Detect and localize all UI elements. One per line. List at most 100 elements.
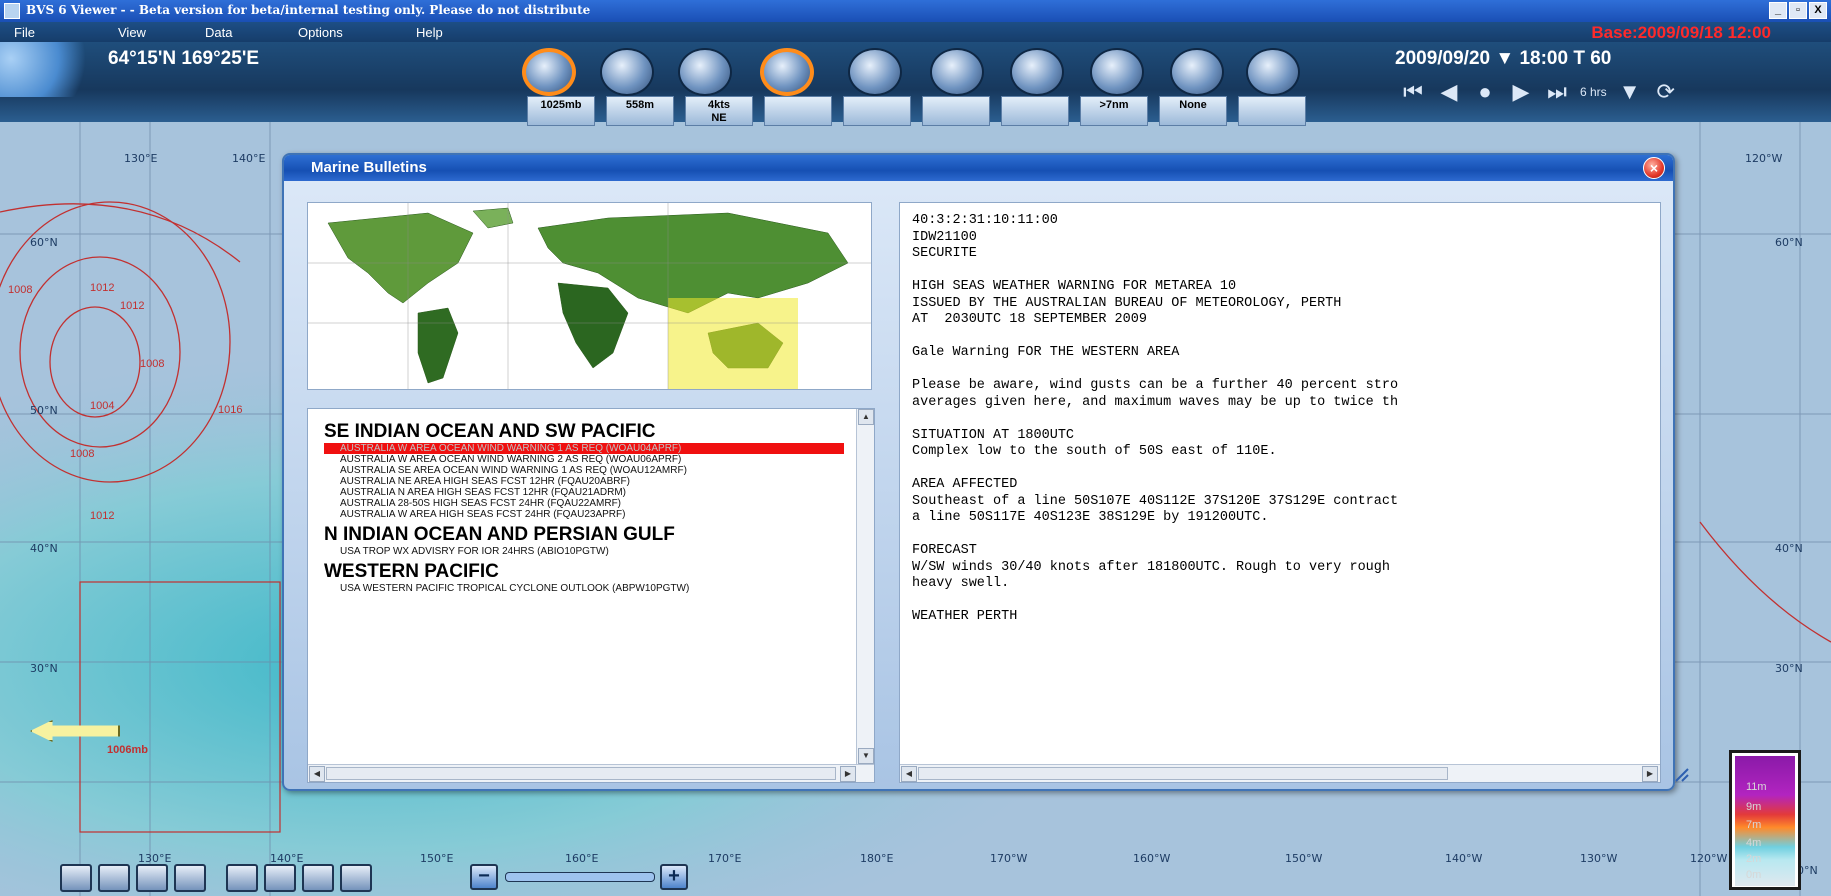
list-icon[interactable] <box>136 864 168 892</box>
bulletin-icon[interactable] <box>174 864 206 892</box>
back-icon[interactable] <box>340 864 372 892</box>
bulletin-item[interactable]: USA TROP WX ADVISRY FOR IOR 24HRS (ABIO1… <box>324 546 844 557</box>
group-title: SE INDIAN OCEAN AND SW PACIFIC <box>324 421 656 442</box>
temperature-layer-icon[interactable] <box>1010 48 1064 96</box>
bulletin-text-line: AREA AFFECTED <box>912 477 1018 492</box>
dialog-close-button[interactable]: × <box>1643 157 1665 179</box>
legend-label: 0m <box>1746 869 1762 881</box>
bulletin-item[interactable]: AUSTRALIA NE AREA HIGH SEAS FCST 12HR (F… <box>324 476 844 487</box>
lat-label: 60°N <box>1775 236 1803 249</box>
lat-label: 40°N <box>1775 542 1803 555</box>
bulletin-text-line: Southeast of a line 50S107E 40S112E 37S1… <box>912 493 1399 509</box>
forecast-datetime[interactable]: 2009/09/20 ▼ 18:00 T 60 <box>1395 48 1611 70</box>
wind-layer-icon[interactable] <box>678 48 732 96</box>
legend-label: 9m <box>1746 801 1762 813</box>
world-map-graphic <box>308 203 871 389</box>
clock-icon[interactable]: ● <box>1472 80 1498 104</box>
lat-label: 50°N <box>30 404 58 417</box>
bulletin-text-line <box>912 362 1652 379</box>
menu-data[interactable]: Data <box>205 25 232 40</box>
previous-frame-icon[interactable]: ◀ <box>1436 80 1462 104</box>
waves-layer-icon[interactable] <box>760 48 814 96</box>
bulletin-item[interactable]: AUSTRALIA W AREA HIGH SEAS FCST 24HR (FQ… <box>324 509 844 520</box>
group-title: WESTERN PACIFIC <box>324 561 499 582</box>
bulletin-item[interactable]: AUSTRALIA W AREA OCEAN WIND WARNING 2 AS… <box>324 454 844 465</box>
zoom-slider[interactable] <box>505 872 655 882</box>
lon-label: 160°E <box>565 852 599 865</box>
isobar-label: 1012 <box>120 300 145 312</box>
time-controls: ⏮ ◀ ● ▶ ⏭ 6 hrs ▼ ⟳ <box>1400 80 1679 104</box>
route-icon[interactable] <box>98 864 130 892</box>
last-frame-icon[interactable]: ⏭ <box>1544 80 1570 104</box>
measure-icon[interactable] <box>302 864 334 892</box>
layer-value-waves <box>764 96 832 126</box>
draw-icon[interactable] <box>264 864 296 892</box>
menu-view[interactable]: View <box>118 25 146 40</box>
ice-layer-icon[interactable] <box>1170 48 1224 96</box>
pressure-layer-icon[interactable] <box>522 48 576 96</box>
lat-label: 30°N <box>1775 662 1803 675</box>
scroll-down-icon[interactable]: ▼ <box>858 748 874 764</box>
bulletin-text-line: SITUATION AT 1800UTC <box>912 427 1075 443</box>
geopotential-layer-icon[interactable] <box>600 48 654 96</box>
bulletin-item-selected[interactable]: AUSTRALIA W AREA OCEAN WIND WARNING 1 AS… <box>324 443 844 454</box>
text-horizontal-scrollbar[interactable]: ◀ ▶ <box>900 764 1660 782</box>
isobar-label: 1008 <box>140 358 165 370</box>
legend-color-bar <box>1735 756 1795 886</box>
zoom-out-button[interactable]: − <box>470 864 498 890</box>
next-frame-icon[interactable]: ▶ <box>1508 80 1534 104</box>
scroll-left-icon[interactable]: ◀ <box>901 766 917 782</box>
scroll-right-icon[interactable]: ▶ <box>840 766 856 782</box>
map-view-icon[interactable] <box>60 864 92 892</box>
bulletin-text-line: WEATHER PERTH <box>912 609 1018 624</box>
precipitation-layer-icon[interactable] <box>930 48 984 96</box>
menu-options[interactable]: Options <box>298 25 343 40</box>
isobar-label: 1016 <box>218 404 243 416</box>
print-icon[interactable] <box>226 864 258 892</box>
satellite-layer-icon[interactable] <box>1246 48 1300 96</box>
bulletin-item[interactable]: AUSTRALIA 28-50S HIGH SEAS FCST 24HR (FQ… <box>324 498 844 509</box>
scroll-right-icon[interactable]: ▶ <box>1642 766 1658 782</box>
bulletin-text-line: HIGH SEAS WEATHER WARNING FOR METAREA 10 <box>912 279 1237 294</box>
bulletin-text-line: SECURITE <box>912 246 977 261</box>
dialog-title-bar[interactable]: Marine Bulletins × <box>284 155 1673 181</box>
window-controls: _ ▫ X <box>1769 2 1827 19</box>
cursor-coordinates: 64°15'N 169°25'E <box>108 48 260 69</box>
zoom-in-button[interactable]: + <box>660 864 688 890</box>
layer-value-satellite <box>1238 96 1306 126</box>
visibility-layer-icon[interactable] <box>1090 48 1144 96</box>
animate-icon[interactable]: ⟳ <box>1653 80 1679 104</box>
scroll-left-icon[interactable]: ◀ <box>309 766 325 782</box>
time-step[interactable]: 6 hrs <box>1580 85 1607 99</box>
menu-help[interactable]: Help <box>416 25 443 40</box>
scroll-up-icon[interactable]: ▲ <box>858 409 874 425</box>
resize-grip-icon[interactable] <box>1672 765 1690 783</box>
bulletin-list[interactable]: SE INDIAN OCEAN AND SW PACIFIC AUSTRALIA… <box>307 408 875 783</box>
bulletin-text-line: 40:3:2:31:10:11:00 <box>912 213 1058 228</box>
bulletin-text-panel[interactable]: 40:3:2:31:10:11:00 IDW21100 SECURITE HIGH … <box>899 202 1661 783</box>
scroll-thumb[interactable] <box>326 767 836 780</box>
bulletin-item[interactable]: AUSTRALIA SE AREA OCEAN WIND WARNING 1 A… <box>324 465 844 476</box>
bulletin-item[interactable]: USA WESTERN PACIFIC TROPICAL CYCLONE OUT… <box>324 583 844 594</box>
lon-label: 140°W <box>1445 852 1483 865</box>
close-button[interactable]: X <box>1809 2 1827 19</box>
title-bar[interactable]: BVS 6 Viewer - - Beta version for beta/i… <box>0 0 1831 22</box>
menu-file[interactable]: File <box>14 25 35 40</box>
lat-label: 60°N <box>30 236 58 249</box>
first-frame-icon[interactable]: ⏮ <box>1400 80 1426 104</box>
list-vertical-scrollbar[interactable]: ▲ ▼ <box>856 409 874 782</box>
minimize-button[interactable]: _ <box>1769 2 1787 19</box>
bulletin-text-line: AT 2030UTC 18 SEPTEMBER 2009 <box>912 312 1147 327</box>
lon-label: 160°W <box>1133 852 1171 865</box>
scroll-thumb[interactable] <box>918 767 1448 780</box>
maximize-button[interactable]: ▫ <box>1789 2 1807 19</box>
layer-value-pressure: 1025mb <box>527 96 595 126</box>
layer-value-currents <box>843 96 911 126</box>
bulletin-text-line: heavy swell. <box>912 576 1010 591</box>
chevron-down-icon[interactable]: ▼ <box>1617 80 1643 104</box>
currents-layer-icon[interactable] <box>848 48 902 96</box>
list-horizontal-scrollbar[interactable]: ◀ ▶ <box>308 764 874 782</box>
bulletin-item[interactable]: AUSTRALIA N AREA HIGH SEAS FCST 12HR (FQ… <box>324 487 844 498</box>
world-map-selector[interactable] <box>307 202 872 390</box>
lon-label: 120°W <box>1690 852 1728 865</box>
